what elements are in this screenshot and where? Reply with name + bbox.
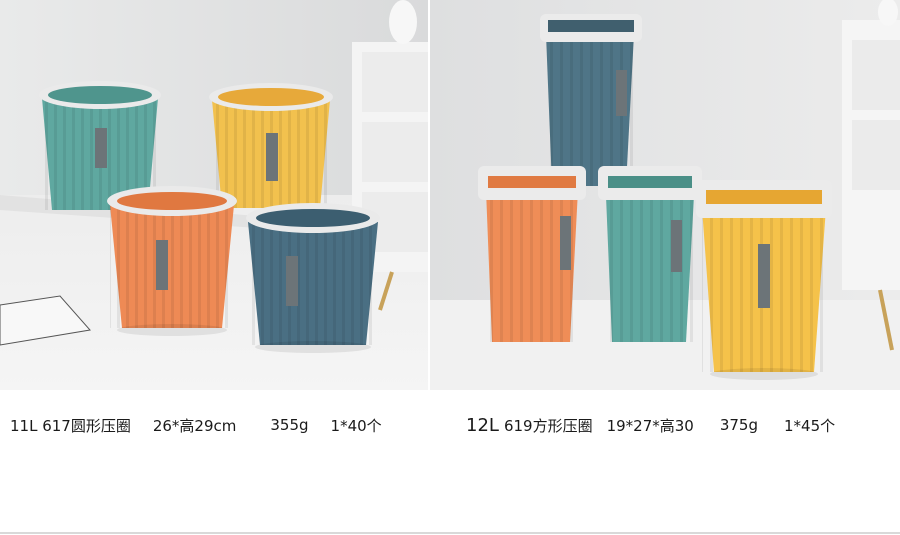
square-bin-spec-line: 12L 619方形压圈 19*27*高30 375g 1*45个 [466, 410, 835, 440]
square-bin-weight: 375g [719, 416, 758, 434]
square-bin-packing: 1*45个 [784, 416, 836, 435]
square-bins-photo [430, 0, 900, 390]
round-bin-spec-line: 11L 617圆形压圈 26*高29cm 355g 1*40个 [10, 410, 382, 440]
round-bin-packing: 1*40个 [330, 416, 382, 435]
round-bin-model: 11L 617圆形压圈 [10, 416, 131, 435]
square-bin-capacity: 12L [466, 414, 499, 436]
round-bin-size: 26*高29cm [152, 416, 237, 435]
bottom-divider [0, 532, 900, 534]
round-bin-weight: 355g [270, 416, 309, 434]
square-bin-size: 19*27*高30 [606, 416, 694, 435]
square-bin-model: 619方形压圈 [503, 416, 593, 435]
round-bins-photo [0, 0, 428, 390]
